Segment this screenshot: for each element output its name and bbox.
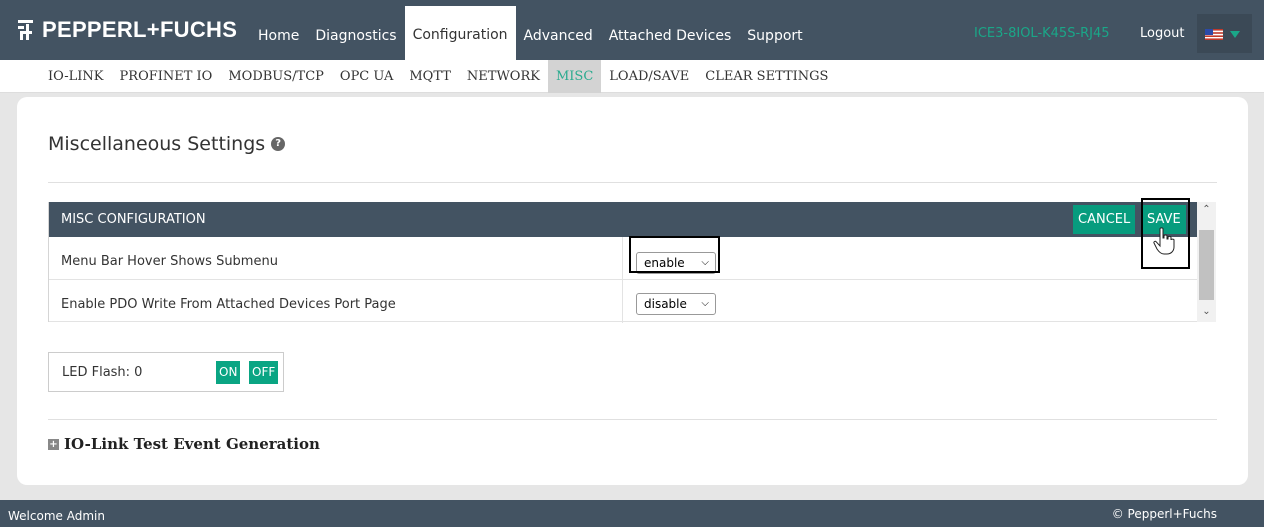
cancel-button[interactable]: CANCEL — [1073, 205, 1136, 234]
subnav-misc[interactable]: MISC — [547, 60, 602, 93]
nav-attached-devices[interactable]: Attached Devices — [601, 18, 740, 54]
nav-support[interactable]: Support — [739, 18, 810, 54]
pdo-write-select[interactable]: disable ⌵ — [636, 293, 716, 315]
brand-logo[interactable]: PEPPERL+FUCHS — [17, 17, 237, 43]
led-off-button[interactable]: OFF — [249, 361, 279, 384]
table-scrollbar[interactable]: ⌃ ⌄ — [1197, 202, 1216, 322]
led-flash-label: LED Flash: 0 — [62, 365, 143, 380]
scroll-down-icon[interactable]: ⌄ — [1197, 306, 1216, 317]
main-nav: Home Diagnostics Configuration Advanced … — [250, 6, 811, 60]
expand-plus-icon: + — [48, 438, 59, 450]
subnav-io-link[interactable]: IO-LINK — [40, 60, 112, 93]
page-title-text: Miscellaneous Settings — [48, 133, 266, 155]
logout-link[interactable]: Logout — [1140, 26, 1185, 41]
misc-config-table: MISC CONFIGURATION CANCEL SAVE Menu Bar … — [48, 202, 1197, 323]
copyright-text: © Pepperl+Fuchs — [1111, 507, 1217, 521]
brand-mark-icon — [18, 20, 33, 40]
scrollbar-thumb[interactable] — [1199, 230, 1214, 300]
nav-advanced[interactable]: Advanced — [516, 18, 601, 54]
misc-config-title: MISC CONFIGURATION — [61, 212, 206, 227]
subnav-modbus-tcp[interactable]: MODBUS/TCP — [220, 60, 332, 93]
misc-config-header: MISC CONFIGURATION CANCEL SAVE — [49, 202, 1197, 237]
language-selector[interactable] — [1197, 14, 1252, 53]
brand-name: PEPPERL+FUCHS — [42, 17, 238, 42]
subnav-opc-ua[interactable]: OPC UA — [332, 60, 401, 93]
chevron-down-icon: ⌵ — [701, 298, 709, 309]
subnav-mqtt[interactable]: MQTT — [401, 60, 459, 93]
content-card: Miscellaneous Settings ? MISC CONFIGURAT… — [17, 97, 1248, 485]
scroll-up-icon[interactable]: ⌃ — [1197, 204, 1216, 215]
welcome-text: Welcome Admin — [8, 509, 105, 523]
subnav-load-save[interactable]: LOAD/SAVE — [601, 60, 697, 93]
help-icon[interactable]: ? — [271, 137, 286, 151]
led-flash-panel: LED Flash: 0 ON OFF — [48, 352, 284, 392]
us-flag-icon — [1204, 28, 1240, 40]
test-event-expander[interactable]: + IO-Link Test Event Generation — [48, 435, 320, 453]
test-event-label: IO-Link Test Event Generation — [64, 435, 320, 453]
led-on-button[interactable]: ON — [216, 361, 241, 384]
divider — [48, 182, 1217, 183]
highlight-box-select — [629, 236, 720, 273]
divider — [48, 419, 1217, 420]
config-row-pdo-write: Enable PDO Write From Attached Devices P… — [49, 280, 1197, 323]
sub-nav: IO-LINK PROFINET IO MODBUS/TCP OPC UA MQ… — [0, 60, 1264, 93]
subnav-network[interactable]: NETWORK — [459, 60, 548, 93]
pdo-write-label: Enable PDO Write From Attached Devices P… — [61, 297, 396, 312]
nav-configuration[interactable]: Configuration — [404, 6, 516, 60]
subnav-clear-settings[interactable]: CLEAR SETTINGS — [697, 60, 836, 93]
footer: Welcome Admin © Pepperl+Fuchs — [0, 500, 1264, 527]
nav-diagnostics[interactable]: Diagnostics — [307, 18, 404, 54]
top-bar: PEPPERL+FUCHS Home Diagnostics Configura… — [0, 0, 1264, 60]
hand-cursor-icon — [1153, 227, 1175, 255]
subnav-profinet-io[interactable]: PROFINET IO — [112, 60, 221, 93]
page-title: Miscellaneous Settings ? — [48, 133, 286, 155]
config-row-menu-hover: Menu Bar Hover Shows Submenu enable ⌵ — [49, 237, 1197, 280]
pdo-write-value: disable — [644, 297, 687, 311]
device-name: ICE3-8IOL-K45S-RJ45 — [974, 26, 1110, 41]
nav-home[interactable]: Home — [250, 18, 307, 54]
